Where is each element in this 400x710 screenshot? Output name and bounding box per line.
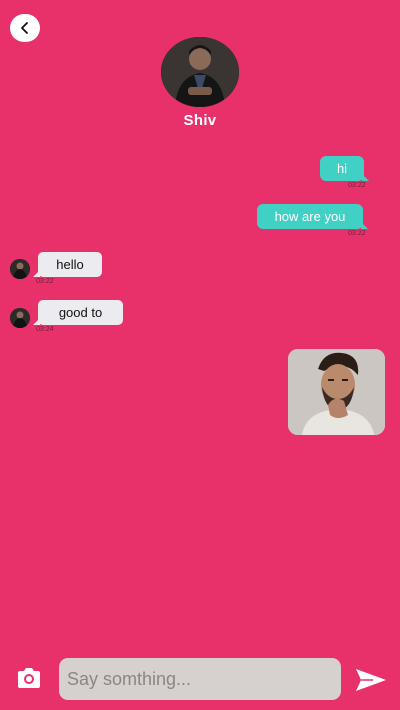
- message-bubble-outgoing[interactable]: hi: [320, 156, 369, 181]
- send-button[interactable]: [355, 667, 387, 693]
- back-arrow-icon: [21, 22, 28, 34]
- message-time: 03:22: [348, 230, 366, 237]
- message-text: hi: [336, 161, 348, 176]
- message-input[interactable]: [59, 658, 341, 700]
- message-image[interactable]: [288, 349, 385, 435]
- camera-icon: [18, 668, 40, 688]
- message-bubble-outgoing[interactable]: how are you: [257, 204, 368, 229]
- photo-image: [288, 349, 385, 435]
- message-bubble-incoming[interactable]: hello: [33, 252, 102, 277]
- camera-button[interactable]: [16, 667, 42, 689]
- message-time: 03:24: [36, 326, 54, 333]
- message-text: hello: [56, 257, 84, 272]
- avatar-image: [161, 37, 239, 107]
- message-time: 03:22: [348, 182, 366, 189]
- chat-screen: Shiv hi 03:22 how are you 03:22 hello 03…: [0, 0, 400, 710]
- message-text: good to: [58, 305, 103, 320]
- send-icon: [356, 669, 386, 691]
- contact-avatar[interactable]: [161, 37, 239, 107]
- message-bubble-incoming[interactable]: good to: [33, 300, 123, 325]
- sender-avatar: [10, 259, 30, 279]
- back-button[interactable]: [10, 14, 40, 42]
- message-text: how are you: [274, 209, 346, 224]
- message-time: 03:22: [36, 278, 54, 285]
- sender-avatar: [10, 308, 30, 328]
- contact-name: Shiv: [183, 112, 217, 129]
